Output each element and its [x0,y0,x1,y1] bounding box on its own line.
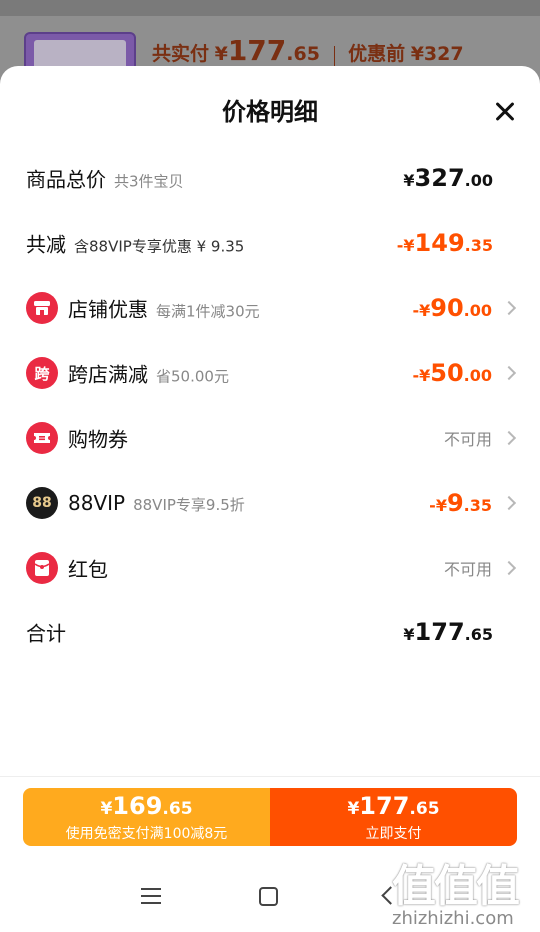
row-label: 跨店满减 [68,362,148,387]
chevron-right-icon [501,430,517,446]
row-value: 不可用 [443,560,492,579]
status-bar [0,0,540,16]
row-label: 商品总价 [26,167,106,192]
watermark-url: zhizhizhi.com [392,908,514,929]
row-sub: 省50.00元 [156,367,229,386]
row-shopping-coupon[interactable]: 购物券 不可用 [26,418,520,458]
pay-left-subtitle: 使用免密支付满100减8元 [65,826,228,842]
close-icon[interactable] [491,98,519,126]
row-label: 共减 [26,232,66,257]
row-label: 红包 [68,557,108,582]
shop-icon [26,292,58,324]
row-label: 合计 [26,621,66,646]
row-sub: 88VIP专享9.5折 [133,496,245,514]
row-value: ¥177.65 [403,618,493,646]
coupon-icon [26,422,58,454]
row-red-packet[interactable]: 红包 不可用 [26,548,520,588]
sheet-title: 价格明细 [222,98,318,126]
row-value: -¥90.00 [412,294,492,322]
watermark-chars: 值值值 [392,861,520,912]
red-packet-icon [26,552,58,584]
row-88vip[interactable]: 88 88VIP 88VIP专享9.5折 -¥9.35 [26,483,520,523]
row-total-price: 商品总价 共3件宝贝 ¥327.00 [26,158,520,198]
row-total-discount: 共减 含88VIP专享优惠 ¥ 9.35 -¥149.35 [26,223,520,263]
row-value: -¥9.35 [429,489,492,517]
watermark: 值值值 zhizhizhi.com [392,850,532,930]
row-cross-store-discount[interactable]: 跨 跨店满减 省50.00元 -¥50.00 [26,353,520,393]
pay-now-button[interactable]: ¥177.65 立即支付 [270,788,517,846]
row-label: 88VIP [68,491,126,515]
divider [0,776,540,777]
cross-store-icon: 跨 [26,357,58,389]
row-value: ¥327.00 [403,164,493,192]
background-price-summary: 共实付 ¥177.65 优惠前 ¥327 [152,34,464,67]
row-label: 购物券 [68,427,128,452]
row-value: -¥149.35 [396,229,493,257]
chevron-right-icon [501,560,517,576]
row-grand-total: 合计 ¥177.65 [26,612,520,652]
vip88-icon: 88 [26,487,58,519]
row-sub: 共3件宝贝 [114,172,184,191]
row-store-discount[interactable]: 店铺优惠 每满1件减30元 -¥90.00 [26,288,520,328]
row-value: -¥50.00 [412,359,492,387]
row-label: 店铺优惠 [68,297,148,322]
row-sub: 每满1件减30元 [156,302,260,321]
row-sub: 含88VIP专享优惠 ¥ 9.35 [74,237,245,256]
pay-right-label: 立即支付 [365,826,422,842]
pay-bar: ¥169.65 使用免密支付满100减8元 ¥177.65 立即支付 [23,788,517,846]
chevron-right-icon [501,365,517,381]
chevron-right-icon [501,300,517,316]
recent-apps-icon[interactable] [141,888,161,904]
chevron-right-icon [501,495,517,511]
password-free-pay-button[interactable]: ¥169.65 使用免密支付满100减8元 [23,788,270,846]
home-icon[interactable] [259,887,278,906]
row-value: 不可用 [443,430,492,449]
